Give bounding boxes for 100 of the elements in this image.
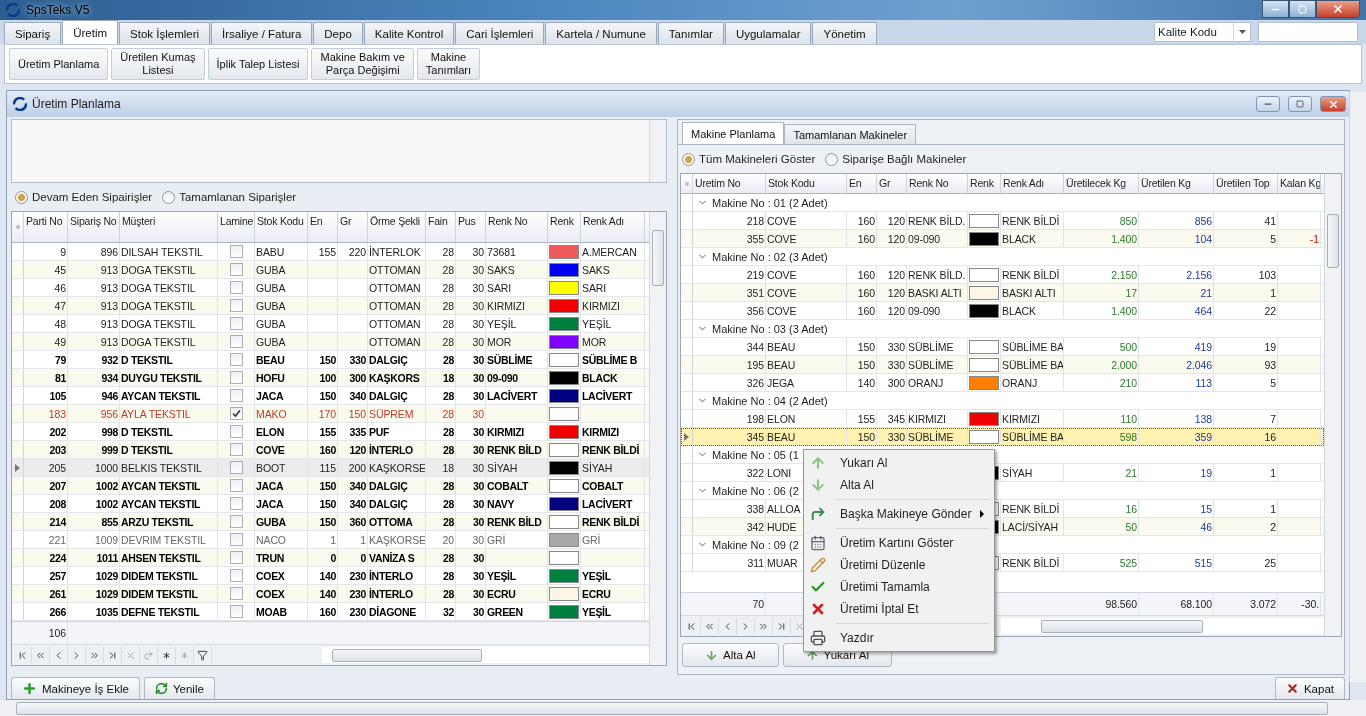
table-cell: 30 xyxy=(472,245,484,258)
table-cell: 30 xyxy=(472,515,484,528)
table-cell: 120 xyxy=(349,443,366,456)
total-cell: 98.560 xyxy=(1105,598,1137,610)
table-cell: 28 xyxy=(442,245,454,258)
table-cell: 18 xyxy=(442,461,454,474)
table-cell: KIRMIZI xyxy=(582,299,620,312)
table-cell: OTTOMAN xyxy=(369,299,421,312)
table-cell: 170 xyxy=(318,407,336,420)
table-cell: -1 xyxy=(1309,232,1319,245)
table-cell: COVE xyxy=(767,286,797,299)
table-cell: 120 xyxy=(887,232,905,245)
table-cell: 198 xyxy=(746,412,764,425)
total-cell: -30. xyxy=(1301,598,1319,610)
table-cell: 120 xyxy=(887,268,905,281)
table-cell: 09-090 xyxy=(908,232,941,245)
table-cell: BOOT xyxy=(256,461,286,474)
table-cell: 515 xyxy=(1194,556,1212,569)
table-cell: RENK BİLDİ xyxy=(1002,214,1060,227)
table-cell: 28 xyxy=(442,263,454,276)
table-cell: 30 xyxy=(472,425,484,438)
table-cell: 855 xyxy=(101,515,118,528)
table-cell: 207 xyxy=(49,479,66,492)
table-cell: 219 xyxy=(746,268,764,281)
table-cell: 48 xyxy=(54,317,66,330)
total-cell: 70 xyxy=(752,598,764,610)
table-cell: GUBA xyxy=(256,281,286,294)
table-cell: 30 xyxy=(472,371,484,384)
table-cell: KIRMIZI xyxy=(487,425,524,438)
table-cell: 934 xyxy=(101,371,118,384)
table-cell: İNTERLO xyxy=(369,569,413,582)
table-cell: 09-090 xyxy=(487,371,518,384)
table-cell: 230 xyxy=(349,605,366,618)
table-cell: DOGA TEKSTIL xyxy=(121,335,196,348)
table-cell: ECRU xyxy=(487,587,516,600)
table-cell: 30 xyxy=(472,353,484,366)
table-cell: D TEKSTIL xyxy=(121,443,173,456)
table-cell: 355 xyxy=(746,232,764,245)
table-cell: 335 xyxy=(349,425,366,438)
table-cell: 360 xyxy=(349,515,366,528)
table-cell: RENK BİLDİ xyxy=(1002,502,1060,515)
table-cell: 203 xyxy=(49,443,66,456)
table-cell: 28 xyxy=(442,335,454,348)
table-cell: BASKI ALTI xyxy=(1002,286,1056,299)
table-cell: 120 xyxy=(887,286,905,299)
table-cell: 150 xyxy=(319,497,336,510)
table-cell: DALGIÇ xyxy=(369,353,408,366)
table-cell: COVE xyxy=(256,443,285,456)
table-cell: 220 xyxy=(348,245,366,258)
table-cell: 150 xyxy=(857,340,875,353)
table-cell: 160 xyxy=(857,232,875,245)
table-cell: 21 xyxy=(1125,466,1137,479)
table-cell: 932 xyxy=(101,353,118,366)
table-cell: 338 xyxy=(746,502,764,515)
table-cell: D TEKSTIL xyxy=(121,425,173,438)
table-cell: JACA xyxy=(256,389,284,402)
table-cell: ORANJ xyxy=(1002,376,1038,389)
table-cell: 230 xyxy=(349,569,366,582)
table-cell: 155 xyxy=(318,245,336,258)
table-cell: RENK BİLD xyxy=(487,443,542,456)
table-cell: SAKS xyxy=(582,263,610,276)
table-cell: 50 xyxy=(1125,520,1137,533)
table-cell: İNTERLOK xyxy=(369,245,421,258)
table-cell: COBALT xyxy=(487,479,529,492)
table-cell: GUBA xyxy=(256,299,286,312)
table-cell: 45 xyxy=(54,263,66,276)
table-cell: BEAU xyxy=(256,353,285,366)
table-cell: 100 xyxy=(319,371,336,384)
table-cell: 25 xyxy=(1264,556,1276,569)
table-cell: 16 xyxy=(1125,502,1137,515)
table-cell: 261 xyxy=(49,587,66,600)
table-cell: 1 xyxy=(1270,466,1276,479)
table-cell: 946 xyxy=(101,389,118,402)
table-cell: 230 xyxy=(349,587,366,600)
table-cell: 342 xyxy=(746,520,764,533)
table-cell: ALLOA xyxy=(767,502,801,515)
table-cell: 30 xyxy=(472,551,484,564)
table-cell: 41 xyxy=(1264,214,1276,227)
table-cell: 913 xyxy=(100,335,118,348)
table-cell: BASKI ALTI xyxy=(908,286,962,299)
table-cell: COVE xyxy=(767,214,797,227)
table-cell: VANİZA S xyxy=(369,551,415,564)
table-cell: DALGIÇ xyxy=(369,479,408,492)
table-cell: COEX xyxy=(256,569,285,582)
row-count: 106 xyxy=(48,627,66,639)
table-cell: 150 xyxy=(319,353,336,366)
table-cell: 208 xyxy=(49,497,66,510)
table-cell: 5 xyxy=(1270,376,1276,389)
table-cell: 21 xyxy=(1200,286,1212,299)
table-cell: 956 xyxy=(100,407,118,420)
table-cell: 0 xyxy=(360,551,366,564)
table-cell: 1 xyxy=(330,533,336,546)
table-cell: 359 xyxy=(1194,430,1212,443)
table-cell: 30 xyxy=(472,587,484,600)
table-cell: OTTOMAN xyxy=(369,281,421,294)
table-cell: 140 xyxy=(319,569,336,582)
table-cell: 1009 xyxy=(95,533,118,546)
table-cell: DIDEM TEKSTIL xyxy=(121,587,198,600)
table-cell: 340 xyxy=(349,479,366,492)
table-cell: 19 xyxy=(1264,340,1276,353)
